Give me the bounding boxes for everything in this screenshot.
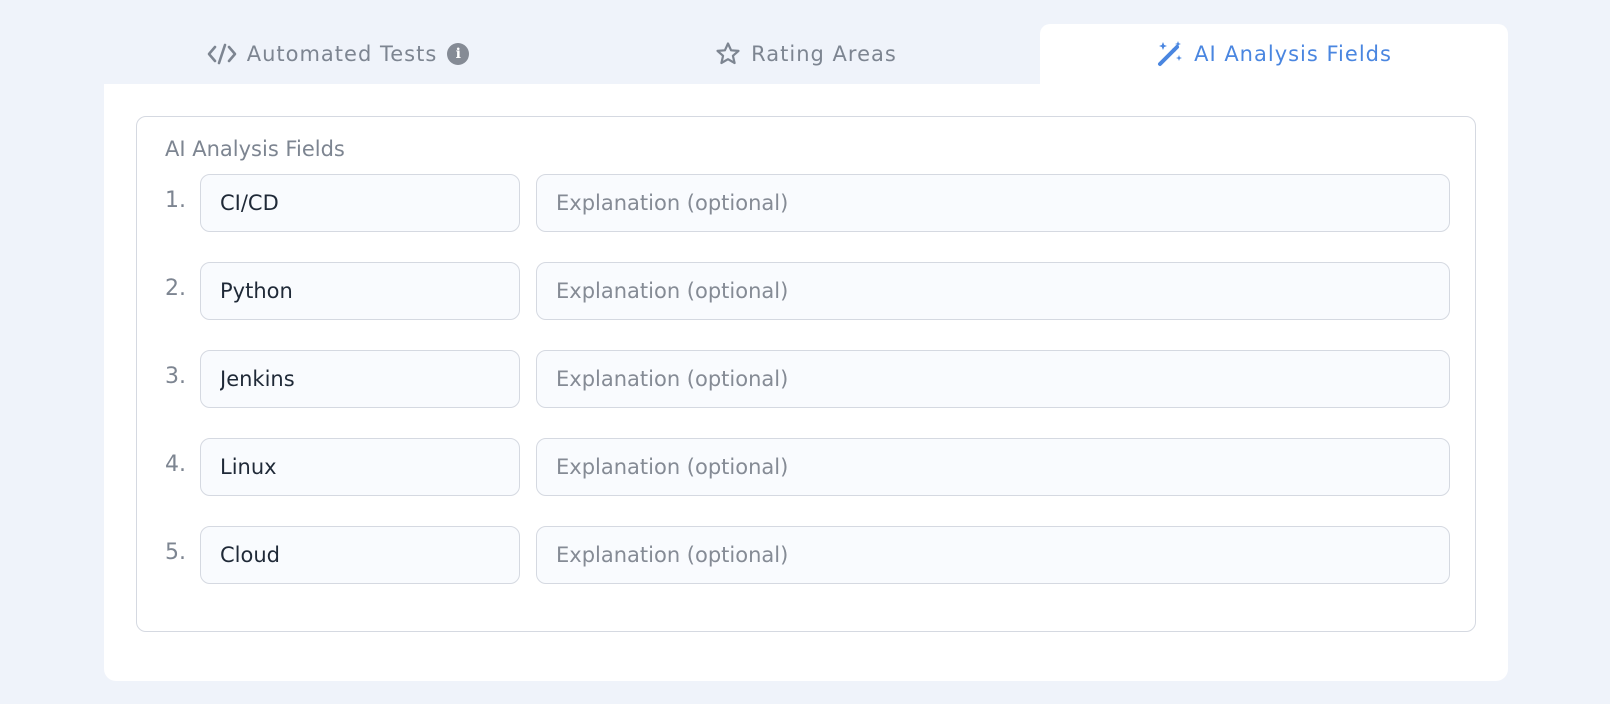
fieldset-legend: AI Analysis Fields xyxy=(165,137,345,161)
field-row: 2. xyxy=(165,262,1450,320)
code-icon xyxy=(207,42,237,66)
field-explanation-input[interactable] xyxy=(536,174,1450,232)
magic-wand-icon xyxy=(1156,40,1184,68)
field-number: 2. xyxy=(165,276,186,301)
field-name-input[interactable] xyxy=(200,438,520,496)
field-explanation-input[interactable] xyxy=(536,262,1450,320)
field-row: 4. xyxy=(165,438,1450,496)
tab-rating-areas[interactable]: Rating Areas xyxy=(572,24,1040,84)
field-explanation-input[interactable] xyxy=(536,350,1450,408)
field-name-input[interactable] xyxy=(200,350,520,408)
tab-panel: AI Analysis Fields 1. 2. 3. 4. 5. xyxy=(104,84,1508,681)
tab-automated-tests[interactable]: Automated Tests i xyxy=(104,24,572,84)
field-name-input[interactable] xyxy=(200,526,520,584)
field-explanation-input[interactable] xyxy=(536,526,1450,584)
ai-analysis-fieldset: AI Analysis Fields 1. 2. 3. 4. 5. xyxy=(136,116,1476,632)
tab-bar: Automated Tests i Rating Areas AI Analys… xyxy=(104,24,1508,84)
field-number: 1. xyxy=(165,188,186,213)
field-number: 3. xyxy=(165,364,186,389)
tab-ai-analysis-fields-label: AI Analysis Fields xyxy=(1194,42,1392,66)
field-name-input[interactable] xyxy=(200,262,520,320)
info-icon[interactable]: i xyxy=(447,43,470,65)
field-row: 5. xyxy=(165,526,1450,584)
field-row: 3. xyxy=(165,350,1450,408)
tab-rating-areas-label: Rating Areas xyxy=(751,42,897,66)
star-icon xyxy=(715,41,741,67)
field-explanation-input[interactable] xyxy=(536,438,1450,496)
field-number: 4. xyxy=(165,452,186,477)
field-name-input[interactable] xyxy=(200,174,520,232)
field-row: 1. xyxy=(165,174,1450,232)
field-number: 5. xyxy=(165,540,186,565)
tab-automated-tests-label: Automated Tests xyxy=(246,42,438,66)
tab-ai-analysis-fields[interactable]: AI Analysis Fields xyxy=(1040,24,1508,84)
